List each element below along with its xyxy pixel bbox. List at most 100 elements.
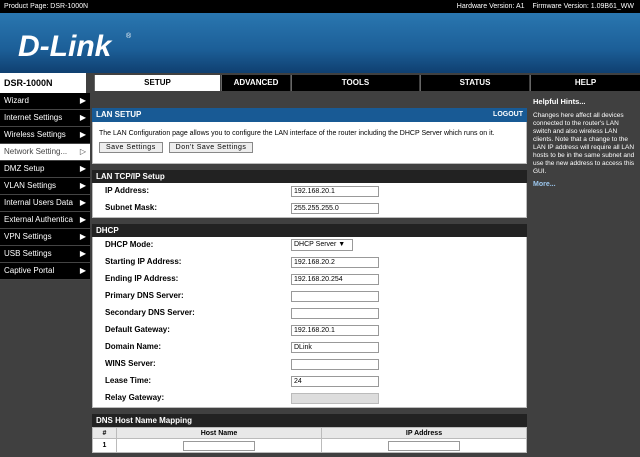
domain-name-input[interactable]: DLink [291,342,379,353]
sidebar-item-label: Captive Portal [4,266,55,275]
hints-body: Changes here affect all devices connecte… [533,112,635,175]
subnet-mask-input[interactable]: 255.255.255.0 [291,203,379,214]
field-label: IP Address: [105,186,150,195]
field-label: Starting IP Address: [105,257,182,266]
product-page-text: Product Page: DSR-1000N [4,3,89,10]
sidebar-item-label: VPN Settings [4,232,52,241]
starting-ip-row: Starting IP Address: 192.168.20.2 [93,254,526,271]
ip-address-row: IP Address: 192.168.20.1 [93,183,526,200]
section-title: DNS Host Name Mapping [92,414,527,427]
tab-advanced[interactable]: ADVANCED [221,75,290,91]
chevron-right-icon: ▶ [79,249,86,258]
sidebar-item-label: External Authentica [4,215,73,224]
secondary-dns-row: Secondary DNS Server: [93,305,526,322]
sidebar-item-internet-settings[interactable]: Internet Settings ▶ [0,110,90,127]
sidebar-item-dmz-setup[interactable]: DMZ Setup ▶ [0,161,90,178]
sidebar-item-label: Internet Settings [4,113,63,122]
subnet-mask-row: Subnet Mask: 255.255.255.0 [93,200,526,217]
column-header-ip-address: IP Address [321,427,527,439]
field-label: DHCP Mode: [105,240,154,249]
chevron-right-icon: ▶ [79,113,86,122]
helpful-hints-panel: Helpful Hints... Changes here affect all… [531,93,640,457]
lan-setup-description-box: The LAN Configuration page allows you to… [92,122,527,164]
sidebar-item-wizard[interactable]: Wizard ▶ [0,93,90,110]
ending-ip-row: Ending IP Address: 192.168.20.254 [93,271,526,288]
hardware-version: Hardware Version: A1 [456,3,525,10]
top-navigation: DSR-1000N SETUP ADVANCED TOOLS STATUS HE… [0,73,640,93]
lan-setup-description: The LAN Configuration page allows you to… [99,130,495,137]
chevron-right-icon: ▶ [79,164,86,173]
secondary-dns-input[interactable] [291,308,379,319]
ip-address-input[interactable]: 192.168.20.1 [291,186,379,197]
dhcp-mode-select[interactable]: DHCP Server ▼ [291,239,353,251]
main-content: LAN SETUP LOGOUT The LAN Configuration p… [92,108,527,457]
sidebar: Wizard ▶ Internet Settings ▶ Wireless Sett… [0,93,90,457]
mapping-ip-input[interactable] [388,440,460,451]
field-label: WINS Server: [105,359,156,368]
starting-ip-input[interactable]: 192.168.20.2 [291,257,379,268]
wins-server-input[interactable] [291,359,379,370]
field-label: Secondary DNS Server: [105,308,195,317]
primary-dns-input[interactable] [291,291,379,302]
sidebar-item-wireless-settings[interactable]: Wireless Settings ▶ [0,127,90,144]
sidebar-item-label: DMZ Setup [4,164,45,173]
tab-setup[interactable]: SETUP [94,75,220,91]
chevron-right-icon: ▷ [79,147,86,156]
sidebar-item-vlan-settings[interactable]: VLAN Settings ▶ [0,178,90,195]
primary-dns-row: Primary DNS Server: [93,288,526,305]
sidebar-item-external-authentication[interactable]: External Authentica ▶ [0,212,90,229]
row-number: 1 [92,438,117,453]
sidebar-item-label: Wizard [4,96,29,105]
chevron-right-icon: ▶ [79,266,86,275]
field-label: Primary DNS Server: [105,291,184,300]
wins-server-row: WINS Server: [93,356,526,373]
sidebar-item-usb-settings[interactable]: USB Settings ▶ [0,246,90,263]
relay-gateway-row: Relay Gateway: [93,390,526,407]
sidebar-item-label: VLAN Settings [4,181,57,190]
sidebar-item-internal-users-data[interactable]: Internal Users Data ▶ [0,195,90,212]
lease-time-row: Lease Time: 24 [93,373,526,390]
ip-address-cell [321,438,527,453]
tab-help[interactable]: HELP [530,75,640,91]
page-title: LAN SETUP [96,110,142,119]
version-info: Hardware Version: A1 Firmware Version: 1… [451,0,634,13]
tab-status[interactable]: STATUS [420,75,529,91]
lan-setup-header: LAN SETUP LOGOUT [92,108,527,122]
dhcp-mode-row: DHCP Mode: DHCP Server ▼ [93,237,526,254]
hints-title: Helpful Hints... [533,97,586,106]
chevron-right-icon: ▶ [79,130,86,139]
field-label: Relay Gateway: [105,393,165,402]
dont-save-settings-button[interactable]: Don't Save Settings [168,142,254,153]
sidebar-item-label: Wireless Settings [4,130,66,139]
model-label: DSR-1000N [0,73,90,93]
dlink-logo: D-Link [18,30,112,63]
more-link[interactable]: More... [533,181,638,188]
lease-time-input[interactable]: 24 [291,376,379,387]
lan-tcpip-section: LAN TCP/IP Setup IP Address: 192.168.20.… [92,170,527,218]
sidebar-item-label: Internal Users Data [4,198,73,207]
registered-mark: ® [126,33,132,40]
chevron-right-icon: ▶ [79,215,86,224]
logout-link[interactable]: LOGOUT [493,108,523,122]
dns-mapping-table: # Host Name IP Address 1 [92,427,527,453]
dhcp-section: DHCP DHCP Mode: DHCP Server ▼ Starting I… [92,224,527,408]
sidebar-item-network-settings[interactable]: Network Setting... ▷ [0,144,90,161]
default-gateway-input[interactable]: 192.168.20.1 [291,325,379,336]
host-name-input[interactable] [183,440,255,451]
sidebar-item-captive-portal[interactable]: Captive Portal ▶ [0,263,90,280]
firmware-version: Firmware Version: 1.09B61_WW [532,3,634,10]
chevron-right-icon: ▶ [79,198,86,207]
header-banner: D-Link ® [0,13,640,73]
chevron-right-icon: ▶ [79,96,86,105]
ending-ip-input[interactable]: 192.168.20.254 [291,274,379,285]
save-settings-button[interactable]: Save Settings [99,142,163,153]
default-gateway-row: Default Gateway: 192.168.20.1 [93,322,526,339]
sidebar-item-vpn-settings[interactable]: VPN Settings ▶ [0,229,90,246]
top-info-bar: Product Page: DSR-1000N Hardware Version… [0,0,640,13]
section-title: DHCP [92,224,527,237]
section-title: LAN TCP/IP Setup [92,170,527,183]
tab-tools[interactable]: TOOLS [291,75,419,91]
field-label: Default Gateway: [105,325,170,334]
field-label: Ending IP Address: [105,274,179,283]
table-row: 1 [92,438,527,453]
